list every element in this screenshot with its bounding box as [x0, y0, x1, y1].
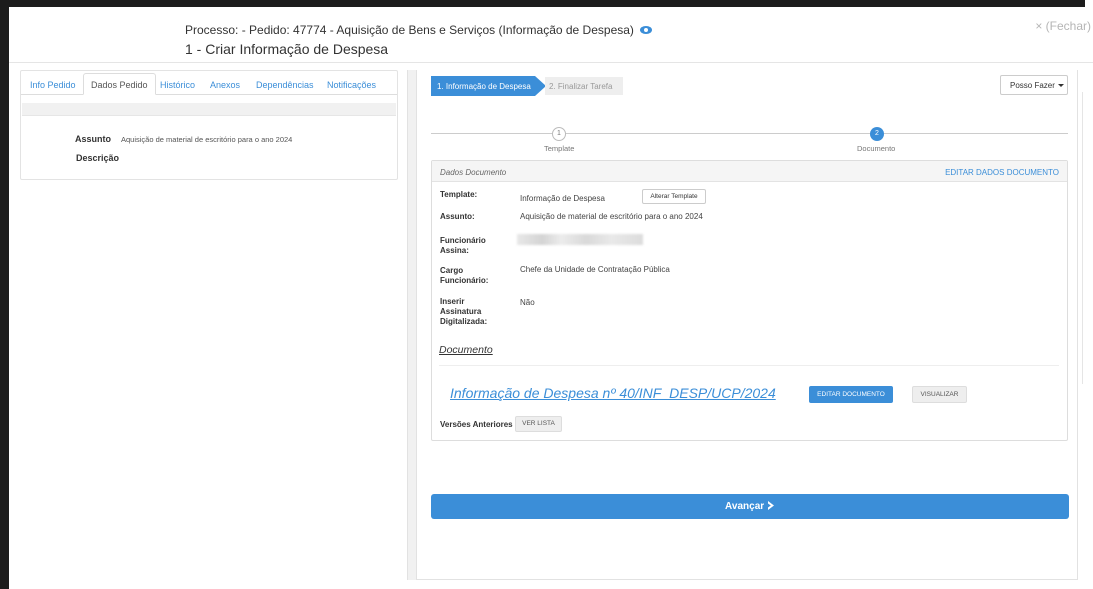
field-template-value: Informação de Despesa — [520, 194, 605, 203]
tab-dados-pedido[interactable]: Dados Pedido — [83, 73, 156, 95]
assunto-value: Aquisição de material de escritório para… — [121, 135, 293, 144]
alterar-template-button[interactable]: Alterar Template — [642, 189, 706, 204]
field-assinatura-value: Não — [520, 298, 535, 307]
versoes-anteriores-label: Versões Anteriores — [440, 420, 513, 429]
field-cargo-label: Cargo Funcionário: — [440, 266, 489, 285]
section-divider — [439, 365, 1059, 366]
scroll-strip[interactable] — [1082, 92, 1093, 384]
task-title: 1 - Criar Informação de Despesa — [185, 41, 389, 57]
close-button[interactable]: × (Fechar) — [1035, 19, 1091, 33]
eye-icon[interactable] — [639, 25, 652, 34]
progress-step-1[interactable]: 1 — [552, 127, 566, 141]
progress-track — [431, 133, 1068, 134]
descricao-label: Descrição — [76, 153, 120, 163]
progress-step-2[interactable]: 2 — [870, 127, 884, 141]
ver-lista-button[interactable]: VER LISTA — [515, 416, 562, 432]
posso-fazer-label: Posso Fazer — [1010, 81, 1055, 90]
progress-label-template: Template — [544, 144, 575, 153]
tab-historico[interactable]: Histórico — [153, 75, 202, 95]
pedido-tabs: Info Pedido Dados Pedido Histórico Anexo… — [21, 71, 397, 95]
posso-fazer-button[interactable]: Posso Fazer — [1000, 75, 1068, 95]
field-assunto-label: Assunto: — [440, 212, 475, 221]
dados-documento-header: Dados Documento EDITAR DADOS DOCUMENTO — [432, 161, 1067, 182]
tab-info-pedido[interactable]: Info Pedido — [23, 75, 83, 95]
pedido-panel: Info Pedido Dados Pedido Histórico Anexo… — [20, 70, 398, 180]
assunto-label: Assunto — [75, 134, 111, 144]
panel-splitter[interactable] — [407, 70, 417, 580]
step-finalizar-tarefa[interactable]: 2. Finalizar Tarefa — [545, 77, 623, 95]
field-assunto-value: Aquisição de material de escritório para… — [520, 212, 703, 221]
panel-band — [22, 103, 396, 116]
progress-label-documento: Documento — [857, 144, 896, 153]
step-informacao-despesa[interactable]: 1. Informação de Despesa — [431, 76, 535, 96]
funcionario-redacted-value — [517, 234, 643, 245]
document-link[interactable]: Informação de Despesa nº 40/INF_DESP/UCP… — [450, 385, 776, 401]
modal-header: Processo: - Pedido: 47774 - Aquisição de… — [9, 7, 1093, 63]
editar-dados-documento-link[interactable]: EDITAR DADOS DOCUMENTO — [945, 168, 1059, 177]
window-frame-top — [0, 0, 1093, 7]
tab-dependencias[interactable]: Dependências — [249, 75, 321, 95]
tab-anexos[interactable]: Anexos — [203, 75, 247, 95]
field-funcionario-label: Funcionário Assina: — [440, 236, 486, 255]
avancar-button[interactable]: Avançar — [431, 494, 1069, 519]
chevron-right-icon — [767, 501, 774, 510]
tab-notificacoes[interactable]: Notificações — [320, 75, 383, 95]
avancar-label: Avançar — [725, 501, 765, 512]
window-frame-gap — [1085, 0, 1093, 7]
process-text: Processo: - Pedido: 47774 - Aquisição de… — [185, 23, 634, 37]
visualizar-button[interactable]: VISUALIZAR — [912, 386, 967, 403]
right-panel-border — [417, 579, 1077, 580]
documento-section-title: Documento — [439, 344, 493, 356]
field-template-label: Template: — [440, 190, 478, 199]
editar-documento-button[interactable]: EDITAR DOCUMENTO — [809, 386, 893, 403]
caret-down-icon — [1057, 84, 1064, 88]
window-frame-left — [0, 0, 9, 589]
right-panel-border-right — [1077, 70, 1078, 580]
field-assinatura-label: Inserir Assinatura Digitalizada: — [440, 297, 488, 326]
process-line: Processo: - Pedido: 47774 - Aquisição de… — [185, 23, 652, 37]
dados-documento-title: Dados Documento — [440, 168, 507, 177]
field-cargo-value: Chefe da Unidade de Contratação Pública — [520, 265, 670, 274]
